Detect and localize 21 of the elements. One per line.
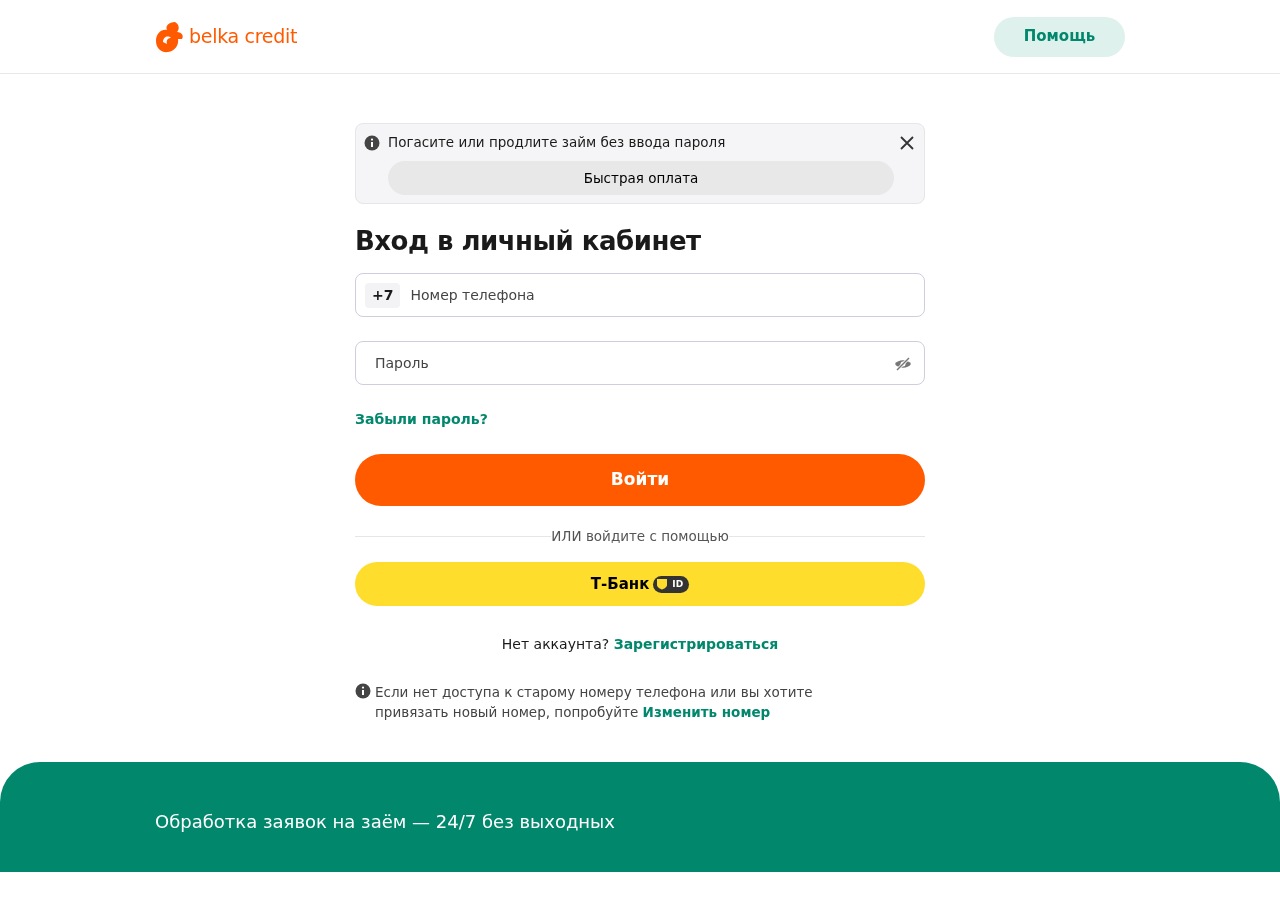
phone-input[interactable]: Номер телефона — [408, 274, 912, 317]
id-badge: ID — [653, 575, 690, 594]
info-icon — [364, 134, 380, 151]
page-title: Вход в личный кабинет — [355, 226, 702, 258]
phone-field[interactable]: +7 Номер телефона — [355, 273, 925, 318]
forgot-password-link[interactable]: Забыли пароль? — [355, 411, 488, 428]
footer-title: Обработка заявок на заём — 24/7 без выходных — [155, 810, 616, 835]
help-button[interactable]: Помощь — [994, 16, 1125, 57]
info-icon — [355, 683, 371, 700]
login-button[interactable]: Войти — [355, 454, 925, 507]
change-number-link[interactable]: Изменить номер — [642, 704, 771, 721]
no-account-text: Нет аккаунта? — [501, 636, 610, 653]
register-link[interactable]: Зарегистрироваться — [613, 636, 779, 653]
eye-crossed-icon[interactable] — [894, 356, 912, 371]
notice-text: Если нет доступа к старому номеру телефона или вы хотите привязать новый номер, попробуйте Изменить номер — [375, 683, 814, 723]
logo-text[interactable]: belka credit — [189, 22, 298, 51]
banner-text: Погасите или продлите займ без ввода пароля — [388, 133, 727, 153]
country-code: +7 — [365, 282, 401, 308]
divider-text: ИЛИ войдите с помощью — [551, 527, 729, 547]
quick-pay-button[interactable]: Быстрая оплата — [388, 161, 894, 195]
tbank-button[interactable]: Т-Банк ID — [355, 562, 925, 607]
